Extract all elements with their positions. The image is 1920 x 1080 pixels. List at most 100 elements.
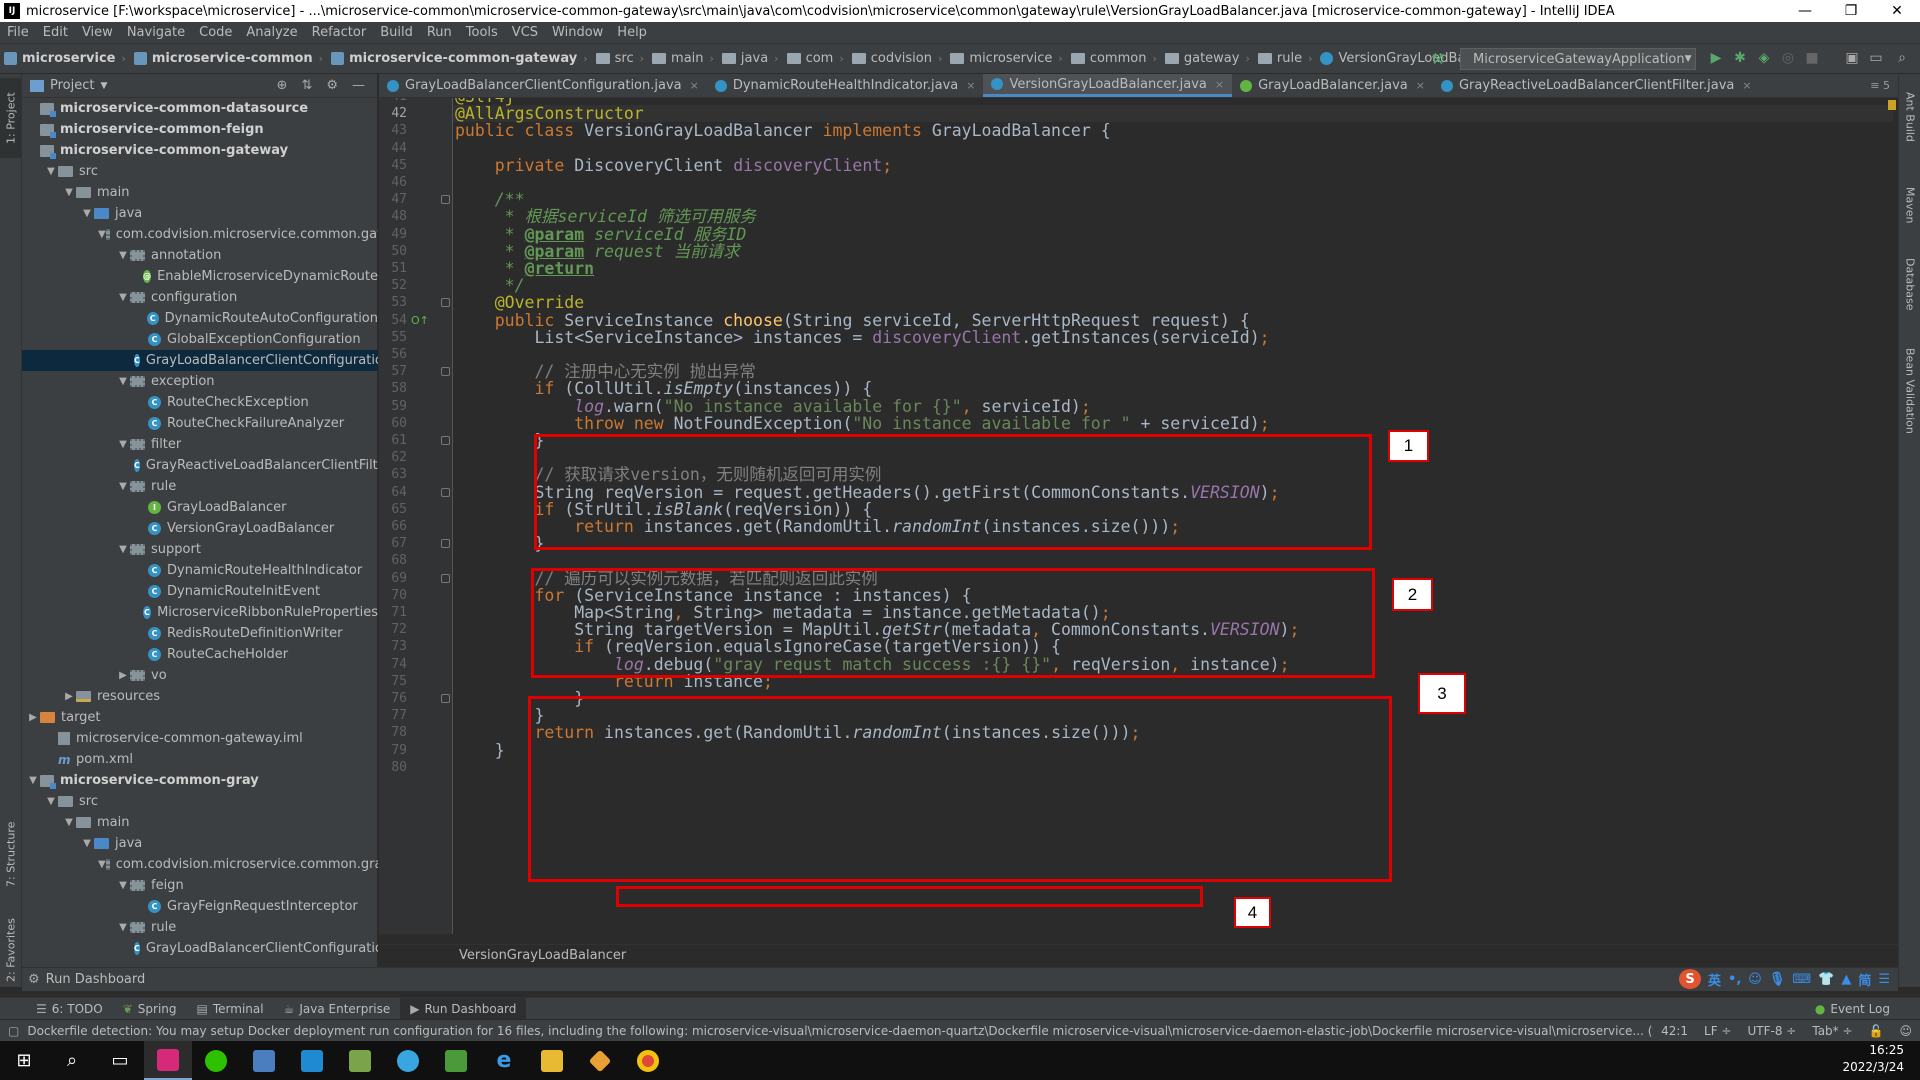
tree-item[interactable]: ▼ main: [22, 182, 378, 203]
chevron-down-icon[interactable]: ▼: [116, 250, 130, 261]
ime-menu-icon[interactable]: ☰: [1878, 972, 1890, 987]
tool-tab-structure[interactable]: 7: Structure: [0, 814, 22, 894]
hide-panel-icon[interactable]: —: [352, 78, 365, 93]
chevron-down-icon[interactable]: ▼: [98, 859, 106, 870]
fold-marker-icon[interactable]: [441, 367, 450, 377]
caret-position[interactable]: 42:1: [1653, 1024, 1696, 1038]
tree-item[interactable]: C GrayFeignRequestInterceptor: [22, 896, 378, 917]
fold-marker-icon[interactable]: [441, 436, 450, 445]
maximize-button[interactable]: ❐: [1828, 0, 1874, 22]
code-line[interactable]: public class VersionGrayLoadBalancer imp…: [455, 122, 1111, 139]
chevron-down-icon[interactable]: ▼: [62, 187, 76, 198]
fold-marker-icon[interactable]: [441, 487, 450, 497]
chevron-down-icon[interactable]: ▼: [44, 796, 58, 807]
breadcrumb-item[interactable]: microservice ›: [946, 51, 1066, 66]
breadcrumb-item[interactable]: microservice-common ›: [130, 51, 327, 66]
tool-tab-run-dashboard[interactable]: ▶ Run Dashboard: [400, 997, 527, 1020]
code-line[interactable]: if (CollUtil.isEmpty(instances)) {: [455, 380, 872, 397]
breadcrumb-item[interactable]: rule ›: [1254, 51, 1317, 66]
tool-tab-database[interactable]: Database: [1899, 244, 1920, 324]
chevron-down-icon[interactable]: ▼: [116, 481, 130, 492]
ime-voice-icon[interactable]: 🎙: [1769, 972, 1786, 987]
minimize-button[interactable]: —: [1782, 0, 1828, 22]
search-icon[interactable]: ⌕: [48, 1041, 96, 1080]
chevron-down-icon[interactable]: ▼: [98, 229, 106, 240]
tree-item[interactable]: ▼ com.codvision.microservice.common.gatew…: [22, 224, 378, 245]
tree-item[interactable]: ▶ resources: [22, 686, 378, 707]
breadcrumb-item[interactable]: main ›: [648, 51, 718, 66]
remote-desktop-taskbar-icon[interactable]: [240, 1041, 288, 1080]
tree-item[interactable]: ▼ exception: [22, 371, 378, 392]
close-tab-icon[interactable]: ×: [1742, 79, 1751, 92]
event-log-button[interactable]: ● Event Log: [1805, 1002, 1900, 1016]
search-icon[interactable]: ⌕: [1892, 48, 1912, 68]
tool-tab-project[interactable]: 1: Project: [0, 78, 22, 158]
menu-view[interactable]: View: [75, 25, 120, 40]
editor-tab[interactable]: VersionGrayLoadBalancer.java ×: [983, 74, 1233, 97]
tree-item[interactable]: C GlobalExceptionConfiguration: [22, 329, 378, 350]
coverage-icon[interactable]: ◈: [1754, 48, 1774, 68]
editor-tab[interactable]: GrayLoadBalancer.java ×: [1232, 74, 1433, 97]
tool-tab-maven[interactable]: Maven: [1899, 170, 1920, 240]
chrome-taskbar-icon[interactable]: [624, 1041, 672, 1080]
inspector-icon[interactable]: ☺: [1891, 1024, 1920, 1038]
tree-item[interactable]: ▶ vo: [22, 665, 378, 686]
tree-item[interactable]: ▼ annotation: [22, 245, 378, 266]
chevron-down-icon[interactable]: ▼: [80, 208, 94, 219]
sogou-ime-icon[interactable]: S: [1679, 969, 1702, 989]
code-line[interactable]: /**: [455, 191, 525, 208]
chevron-down-icon[interactable]: ▼: [62, 817, 76, 828]
tree-item[interactable]: C RouteCacheHolder: [22, 644, 378, 665]
chevron-down-icon[interactable]: ▼: [80, 838, 94, 849]
code-line[interactable]: throw new NotFoundException("No instance…: [455, 415, 1269, 432]
tree-item[interactable]: C DynamicRouteAutoConfiguration: [22, 308, 378, 329]
breadcrumb-item[interactable]: gateway ›: [1161, 51, 1254, 66]
menu-build[interactable]: Build: [373, 25, 420, 40]
tree-item[interactable]: ▼ feign: [22, 875, 378, 896]
breadcrumb-item[interactable]: microservice ›: [0, 51, 130, 66]
task-view-icon[interactable]: ▭: [96, 1041, 144, 1080]
tree-item[interactable]: C DynamicRouteHealthIndicator: [22, 560, 378, 581]
tree-item[interactable]: ▼ java: [22, 203, 378, 224]
tree-item[interactable]: microservice-common-gateway: [22, 140, 378, 161]
tree-item[interactable]: ▼ filter: [22, 434, 378, 455]
code-line[interactable]: }: [455, 741, 505, 759]
tree-item[interactable]: ▶ target: [22, 707, 378, 728]
notepad-taskbar-icon[interactable]: [336, 1041, 384, 1080]
close-tab-icon[interactable]: ×: [966, 79, 975, 92]
tree-item[interactable]: C GrayLoadBalancerClientConfiguration: [22, 938, 378, 959]
profile-icon[interactable]: ◎: [1778, 48, 1798, 68]
ime-toolbox-icon[interactable]: ▲: [1841, 972, 1851, 987]
build-hammer-icon[interactable]: ⚒: [1431, 50, 1444, 68]
browser-taskbar-icon[interactable]: [384, 1041, 432, 1080]
tree-item[interactable]: microservice-common-datasource: [22, 98, 378, 119]
ime-language[interactable]: 英: [1708, 970, 1721, 989]
tree-item[interactable]: C RouteCheckException: [22, 392, 378, 413]
tree-item[interactable]: ▼ rule: [22, 917, 378, 938]
indent-setting[interactable]: Tab* ÷: [1804, 1024, 1860, 1038]
tool-tab-todo[interactable]: ☰ 6: TODO: [26, 1002, 113, 1016]
tool-tab-favorites[interactable]: 2: Favorites: [0, 910, 22, 990]
chevron-down-icon[interactable]: ▼: [26, 775, 40, 786]
intellij-taskbar-icon[interactable]: [144, 1041, 192, 1080]
tree-item[interactable]: C VersionGrayLoadBalancer: [22, 518, 378, 539]
chevron-down-icon[interactable]: ▼: [116, 544, 130, 555]
tree-item[interactable]: ▼ rule: [22, 476, 378, 497]
ime-skin-icon[interactable]: 👕: [1818, 972, 1834, 987]
fold-marker-icon[interactable]: [441, 195, 450, 205]
vscode-taskbar-icon[interactable]: [288, 1041, 336, 1080]
ime-simplified[interactable]: 简: [1858, 970, 1871, 989]
layout-icon[interactable]: ▭: [1866, 48, 1886, 68]
code-line[interactable]: * @param request 当前请求: [455, 243, 740, 260]
status-message[interactable]: Dockerfile detection: You may setup Dock…: [19, 1024, 1653, 1038]
git-taskbar-icon[interactable]: [576, 1041, 624, 1080]
menu-file[interactable]: File: [0, 25, 36, 40]
chevron-right-icon[interactable]: ▶: [116, 670, 130, 681]
tool-tab-spring[interactable]: ❦ Spring: [113, 1002, 187, 1016]
tree-item[interactable]: I GrayLoadBalancer: [22, 497, 378, 518]
tool-tab-ant-build[interactable]: Ant Build: [1899, 82, 1920, 152]
code-line[interactable]: }: [455, 432, 544, 449]
debug-icon[interactable]: ✱: [1730, 48, 1750, 68]
close-tab-icon[interactable]: ×: [1416, 79, 1425, 92]
code-line[interactable]: public ServiceInstance choose(String ser…: [455, 311, 1250, 329]
